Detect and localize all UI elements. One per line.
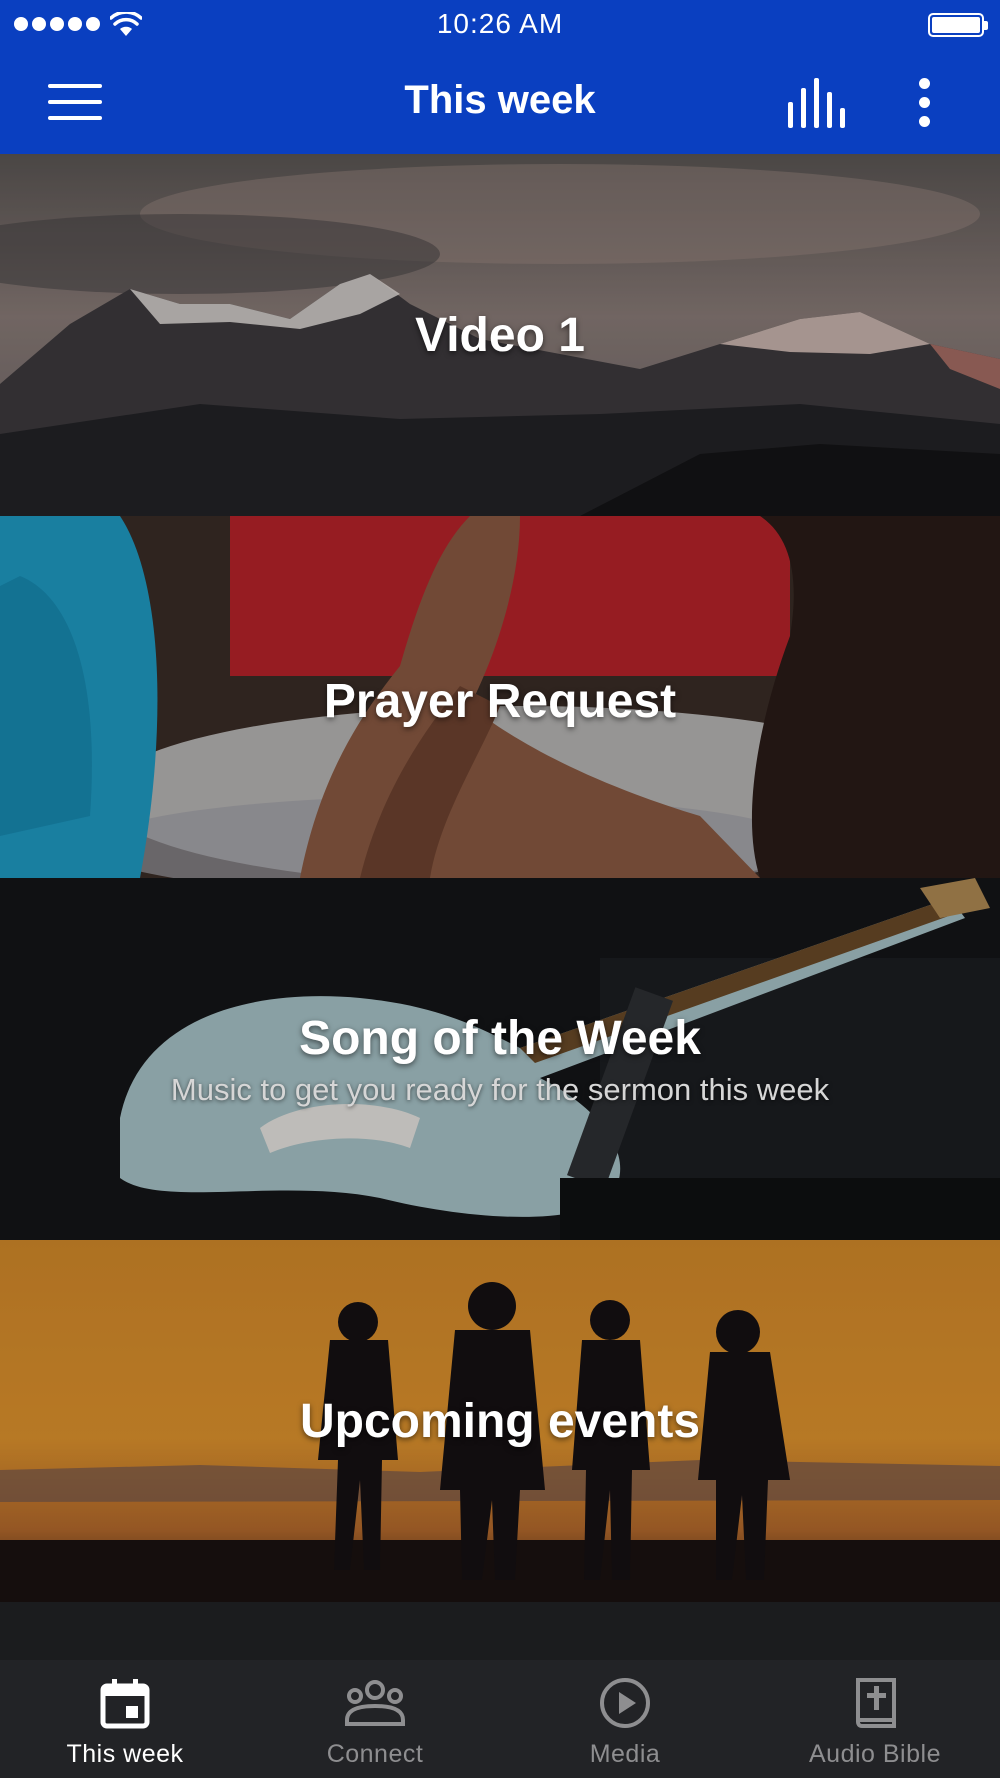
card-prayer-request[interactable]: Prayer Request (0, 516, 1000, 878)
bible-icon (856, 1678, 896, 1728)
nav-item-connect[interactable]: Connect (250, 1660, 500, 1778)
more-options-button[interactable] (904, 74, 944, 132)
card-title: Upcoming events (299, 1394, 701, 1448)
card-title: Video 1 (415, 308, 585, 362)
nav-label: Audio Bible (809, 1740, 941, 1768)
status-bar: 10:26 AM (0, 0, 1000, 50)
nav-item-audio-bible[interactable]: Audio Bible (750, 1660, 1000, 1778)
app-bar: This week (0, 50, 1000, 154)
card-song-of-the-week[interactable]: Song of the Week Music to get you ready … (0, 878, 1000, 1240)
card-upcoming-events[interactable]: Upcoming events (0, 1240, 1000, 1602)
play-circle-icon (600, 1678, 650, 1728)
calendar-icon (100, 1679, 150, 1729)
card-title: Song of the Week (299, 1011, 701, 1065)
nav-label: Media (589, 1740, 661, 1768)
bottom-navigation: This week Connect Media Audio Bible (0, 1660, 1000, 1778)
card-subtitle: Music to get you ready for the sermon th… (170, 1071, 830, 1107)
card-video[interactable]: Video 1 (0, 154, 1000, 516)
nav-item-this-week[interactable]: This week (0, 1660, 250, 1778)
menu-button[interactable] (40, 80, 110, 124)
nav-item-media[interactable]: Media (500, 1660, 750, 1778)
battery-icon (928, 13, 988, 37)
status-time: 10:26 AM (436, 8, 564, 39)
nav-label: Connect (326, 1740, 424, 1768)
nav-label: This week (66, 1740, 184, 1768)
group-icon (345, 1680, 405, 1726)
audio-bars-icon[interactable] (784, 78, 852, 128)
card-title: Prayer Request (323, 674, 677, 728)
